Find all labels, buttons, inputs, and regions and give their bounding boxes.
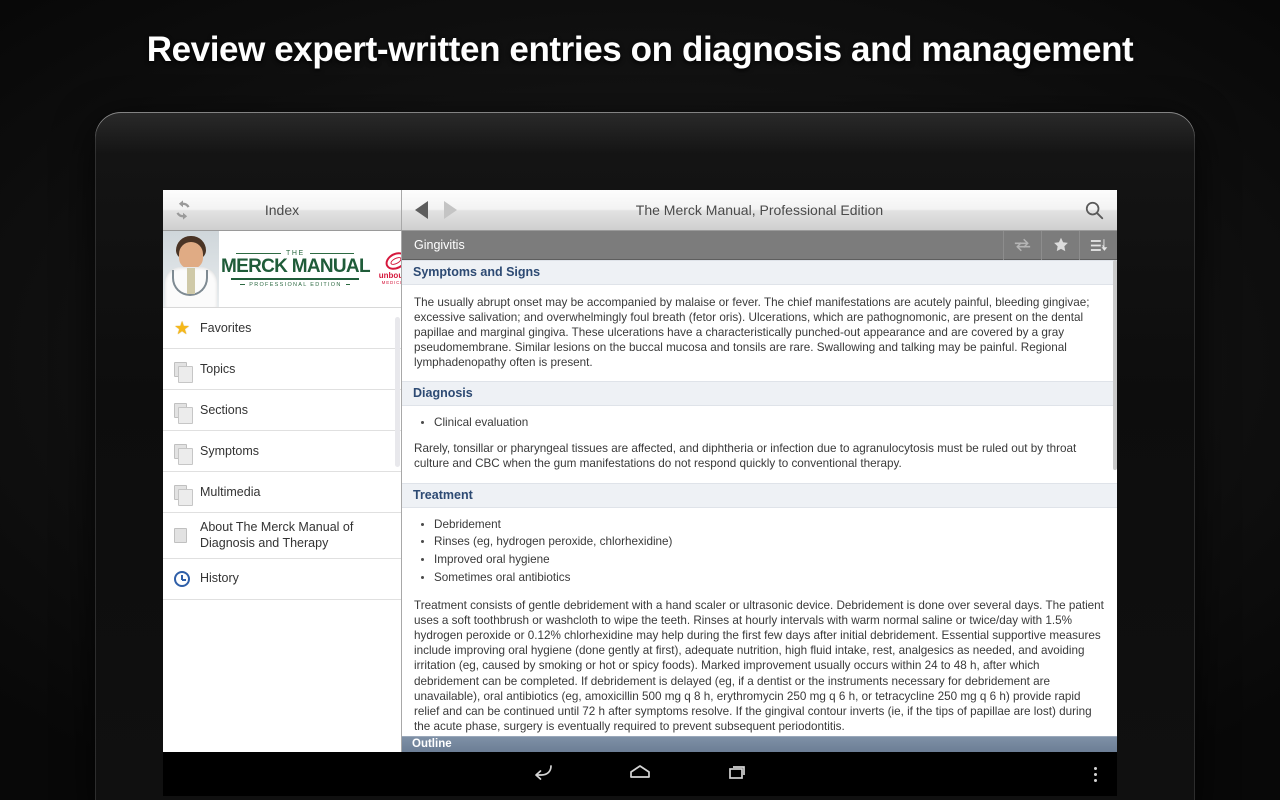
star-icon[interactable] <box>1041 231 1079 260</box>
sidebar-item-symptoms[interactable]: Symptoms <box>163 431 401 472</box>
unbound-medicine-logo: unbound MEDICINE <box>372 248 401 285</box>
index-header: Index <box>163 190 402 230</box>
list-item: Improved oral hygiene <box>414 551 1105 569</box>
unbound-name: unbound <box>378 271 401 280</box>
arrow-forward-icon[interactable] <box>444 201 457 219</box>
android-navigation-bar <box>163 752 1117 796</box>
android-back-icon[interactable] <box>529 761 555 788</box>
section-heading-diagnosis: Diagnosis <box>402 381 1117 407</box>
section-paragraph: The usually abrupt onset may be accompan… <box>414 296 1090 370</box>
merck-manual-brand: THE MERCK MANUAL PROFESSIONAL EDITION un… <box>163 231 401 308</box>
sidebar-item-label: Symptoms <box>200 443 260 458</box>
diagnosis-bullet-list: Clinical evaluation <box>402 406 1117 441</box>
refresh-icon[interactable] <box>172 199 194 226</box>
content-scrollbar[interactable] <box>1113 260 1117 470</box>
doctor-photo <box>163 231 219 307</box>
index-label: Index <box>264 202 300 218</box>
section-heading-symptoms: Symptoms and Signs <box>402 260 1117 285</box>
pages-icon <box>174 361 200 383</box>
sidebar-item-label: Topics <box>200 361 236 376</box>
brand-subtitle: PROFESSIONAL EDITION <box>240 282 350 288</box>
brand-title: MERCK MANUAL <box>221 256 371 278</box>
star-icon: ★ <box>174 318 191 338</box>
app-screen: Index The Merck Manual, Professional Edi… <box>163 190 1117 752</box>
swap-icon[interactable] <box>1003 231 1041 260</box>
section-paragraph: Rarely, tonsillar or pharyngeal tissues … <box>414 442 1077 471</box>
sidebar-item-favorites[interactable]: ★ Favorites <box>163 308 401 349</box>
section-paragraph: Treatment consists of gentle debridement… <box>414 599 1104 733</box>
sidebar-scrollbar[interactable] <box>395 317 400 467</box>
list-item: Debridement <box>414 516 1105 534</box>
android-home-icon[interactable] <box>627 761 653 788</box>
pages-icon <box>174 443 200 465</box>
sidebar-item-label: History <box>200 571 239 586</box>
sidebar-item-sections[interactable]: Sections <box>163 390 401 431</box>
content-pane: Gingivitis Symptoms and Signs The usuall… <box>402 231 1117 752</box>
document-header: The Merck Manual, Professional Edition <box>402 190 1117 230</box>
promo-page: Review expert-written entries on diagnos… <box>0 0 1280 800</box>
android-recents-icon[interactable] <box>725 761 751 788</box>
sidebar-item-label: Sections <box>200 402 248 417</box>
sidebar-item-topics[interactable]: Topics <box>163 349 401 390</box>
sidebar-item-label: About The Merck Manual of Diagnosis and … <box>200 520 354 551</box>
merck-manual-logo: THE MERCK MANUAL PROFESSIONAL EDITION <box>219 250 372 288</box>
list-item: Sometimes oral antibiotics <box>414 569 1105 587</box>
document-title: The Merck Manual, Professional Edition <box>635 202 884 218</box>
sidebar-item-about[interactable]: About The Merck Manual of Diagnosis and … <box>163 513 401 559</box>
overflow-menu-icon[interactable] <box>1094 766 1097 782</box>
app-topbar: Index The Merck Manual, Professional Edi… <box>163 190 1117 231</box>
promo-headline: Review expert-written entries on diagnos… <box>146 30 1134 69</box>
unbound-sub: MEDICINE <box>381 280 401 285</box>
arrow-back-icon[interactable] <box>415 201 428 219</box>
treatment-bullet-list: Debridement Rinses (eg, hydrogen peroxid… <box>402 508 1117 597</box>
outline-list-icon[interactable] <box>1079 231 1117 260</box>
pages-icon <box>174 402 200 424</box>
sidebar-item-label: Multimedia <box>200 484 261 499</box>
search-icon[interactable] <box>1083 199 1105 226</box>
outline-bar[interactable]: Outline <box>402 736 1117 752</box>
pages-icon <box>174 484 200 506</box>
sidebar-item-label: Favorites <box>200 320 252 335</box>
sidebar-item-multimedia[interactable]: Multimedia <box>163 472 401 513</box>
topic-bar: Gingivitis <box>402 231 1117 260</box>
topic-title: Gingivitis <box>414 238 465 252</box>
page-icon <box>174 527 200 543</box>
sidebar-item-history[interactable]: History <box>163 558 401 600</box>
clock-icon <box>174 570 200 587</box>
sidebar: THE MERCK MANUAL PROFESSIONAL EDITION un… <box>163 231 402 752</box>
section-heading-treatment: Treatment <box>402 482 1117 508</box>
list-item: Rinses (eg, hydrogen peroxide, chlorhexi… <box>414 533 1105 551</box>
unbound-swirl-icon <box>382 248 401 274</box>
list-item: Clinical evaluation <box>414 414 1105 432</box>
